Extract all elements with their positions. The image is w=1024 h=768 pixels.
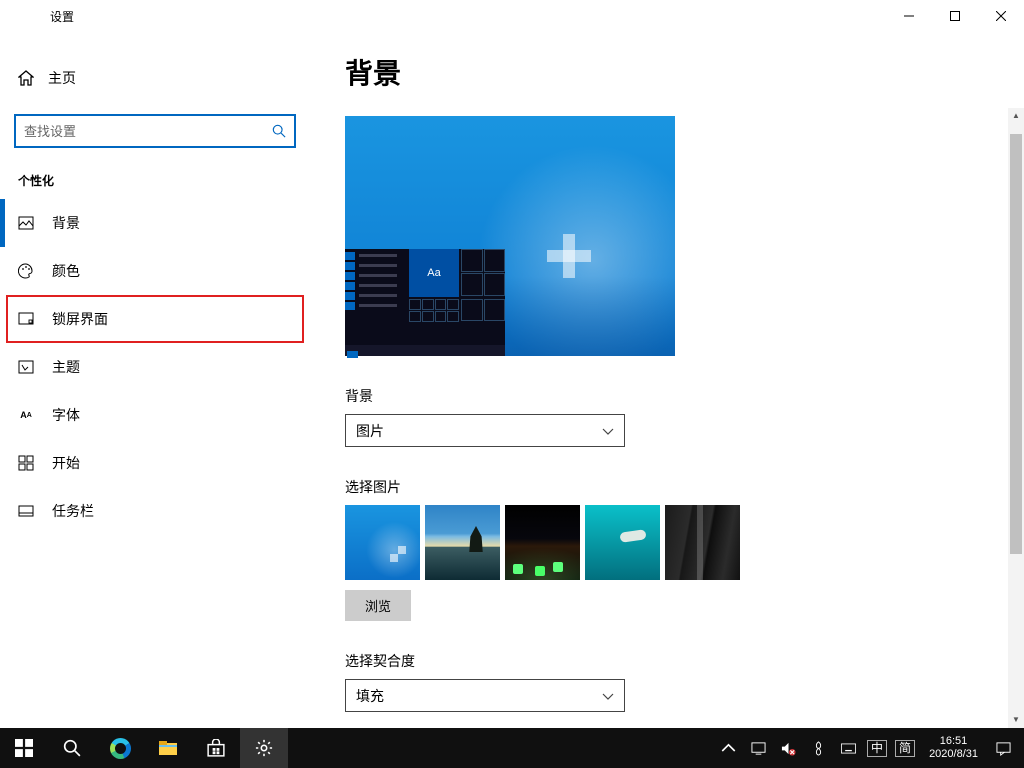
sidebar-item-start[interactable]: 开始 — [0, 439, 310, 487]
desktop-preview: Aa — [345, 116, 675, 356]
clock-time: 16:51 — [929, 735, 978, 748]
page-title: 背景 — [345, 52, 1024, 92]
image-thumb-5[interactable] — [665, 505, 740, 580]
window-titlebar: 设置 — [0, 0, 1024, 32]
scroll-up[interactable]: ▲ — [1008, 108, 1024, 124]
action-center-icon[interactable] — [992, 728, 1014, 768]
sidebar-item-label: 锁屏界面 — [52, 309, 108, 329]
home-link[interactable]: 主页 — [0, 60, 310, 96]
edge-icon — [110, 738, 131, 759]
maximize-button[interactable] — [932, 0, 978, 32]
taskbar-edge[interactable] — [96, 728, 144, 768]
sidebar-item-label: 颜色 — [52, 261, 80, 281]
sidebar-item-themes[interactable]: 主题 — [0, 343, 310, 391]
taskbar-explorer[interactable] — [144, 728, 192, 768]
tray-overflow[interactable] — [717, 728, 739, 768]
sidebar-item-label: 主题 — [52, 357, 80, 377]
tray-app-icon[interactable] — [807, 728, 829, 768]
fonts-icon: AA — [18, 407, 34, 423]
background-dropdown-value: 图片 — [356, 421, 384, 441]
sidebar-item-fonts[interactable]: AA 字体 — [0, 391, 310, 439]
sidebar-item-lockscreen[interactable]: 锁屏界面 — [6, 295, 304, 343]
sidebar-item-background[interactable]: 背景 — [0, 199, 310, 247]
scroll-down[interactable]: ▼ — [1008, 712, 1024, 728]
sidebar-item-colors[interactable]: 颜色 — [0, 247, 310, 295]
window-controls — [886, 0, 1024, 32]
sidebar: 主页 个性化 背景 颜色 锁屏界面 主题 AA 字体 — [0, 32, 310, 728]
window-title: 设置 — [50, 8, 74, 25]
start-icon — [18, 455, 34, 471]
image-thumb-1[interactable] — [345, 505, 420, 580]
clock-date: 2020/8/31 — [929, 748, 978, 761]
category-heading: 个性化 — [0, 148, 310, 199]
sidebar-item-label: 背景 — [52, 213, 80, 233]
chevron-down-icon — [602, 690, 614, 702]
preview-aa-tile: Aa — [409, 249, 459, 297]
ime-indicator-1[interactable]: 中 — [867, 740, 887, 757]
image-thumb-4[interactable] — [585, 505, 660, 580]
taskbar-store[interactable] — [192, 728, 240, 768]
tray-keyboard-icon[interactable] — [837, 728, 859, 768]
background-label: 背景 — [345, 386, 1024, 406]
themes-icon — [18, 359, 34, 375]
home-icon — [18, 70, 34, 86]
start-button[interactable] — [0, 728, 48, 768]
sidebar-item-label: 字体 — [52, 405, 80, 425]
scroll-thumb[interactable] — [1010, 134, 1022, 554]
image-thumb-3[interactable] — [505, 505, 580, 580]
home-label: 主页 — [48, 68, 76, 88]
tray-volume-icon[interactable] — [777, 728, 799, 768]
search-input[interactable] — [24, 124, 272, 139]
tray-display-icon[interactable] — [747, 728, 769, 768]
taskbar-search[interactable] — [48, 728, 96, 768]
choose-image-label: 选择图片 — [345, 477, 1024, 497]
browse-button[interactable]: 浏览 — [345, 590, 411, 621]
lockscreen-icon — [18, 311, 34, 327]
content-area: 背景 Aa 背景 图片 选择图片 浏览 — [310, 32, 1024, 728]
image-thumb-2[interactable] — [425, 505, 500, 580]
fit-dropdown-value: 填充 — [356, 686, 384, 706]
taskbar-settings[interactable] — [240, 728, 288, 768]
minimize-button[interactable] — [886, 0, 932, 32]
close-button[interactable] — [978, 0, 1024, 32]
palette-icon — [18, 263, 34, 279]
search-box[interactable] — [14, 114, 296, 148]
chevron-down-icon — [602, 425, 614, 437]
background-dropdown[interactable]: 图片 — [345, 414, 625, 447]
taskbar-icon — [18, 503, 34, 519]
sidebar-item-label: 开始 — [52, 453, 80, 473]
system-tray: 中 简 16:51 2020/8/31 — [717, 728, 1024, 768]
fit-dropdown[interactable]: 填充 — [345, 679, 625, 712]
image-thumbnails — [345, 505, 1024, 580]
ime-indicator-2[interactable]: 简 — [895, 740, 915, 757]
fit-label: 选择契合度 — [345, 651, 1024, 671]
sidebar-item-taskbar[interactable]: 任务栏 — [0, 487, 310, 535]
sidebar-item-label: 任务栏 — [52, 501, 94, 521]
picture-icon — [18, 215, 34, 231]
os-taskbar: 中 简 16:51 2020/8/31 — [0, 728, 1024, 768]
taskbar-clock[interactable]: 16:51 2020/8/31 — [923, 735, 984, 761]
scrollbar[interactable]: ▲ ▼ — [1008, 108, 1024, 728]
search-icon — [272, 124, 286, 138]
